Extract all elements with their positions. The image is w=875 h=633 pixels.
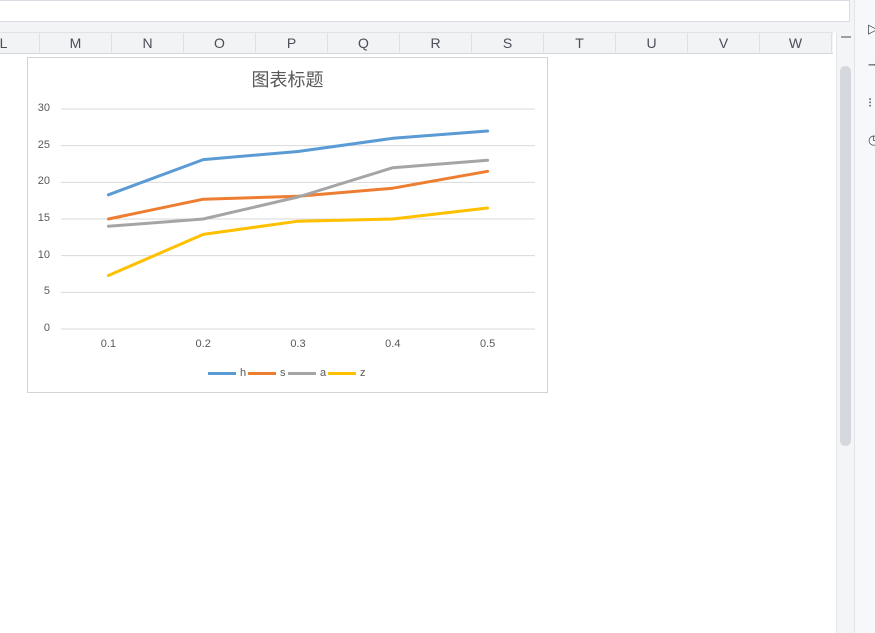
x-tick-label: 0.4: [385, 338, 401, 350]
column-header-q[interactable]: Q: [328, 33, 400, 54]
legend-label: a: [320, 367, 327, 379]
column-header-p[interactable]: P: [256, 33, 328, 54]
y-tick-label: 10: [37, 248, 50, 261]
scroll-up-icon[interactable]: [841, 36, 851, 38]
legend-label: h: [240, 367, 247, 379]
clock-icon[interactable]: ◷: [868, 133, 875, 148]
column-header-r[interactable]: R: [400, 33, 472, 54]
x-tick-label: 0.2: [195, 338, 211, 350]
column-header-o[interactable]: O: [184, 33, 256, 54]
column-header-u[interactable]: U: [616, 33, 688, 54]
x-tick-label: 0.5: [479, 338, 496, 350]
x-tick-label: 0.1: [100, 338, 117, 350]
legend-item-s[interactable]: s: [248, 366, 286, 380]
series-line-h[interactable]: [106, 129, 490, 197]
legend-item-z[interactable]: z: [328, 366, 366, 380]
column-header-s[interactable]: S: [472, 33, 544, 54]
formula-input[interactable]: [0, 0, 850, 22]
side-panel: ▷ ⊸ ⁝ ◷: [854, 0, 875, 633]
y-tick-label: 30: [37, 102, 50, 114]
x-tick-label: 0.3: [290, 338, 306, 350]
line-chart[interactable]: 图表标题 hsaz 0 5 10 15 20 25 30 0.1 0.2 0.3 0.4 0.5: [27, 57, 548, 393]
legend-swatch: [248, 371, 276, 375]
formula-bar-area: [0, 0, 875, 32]
grid-icon[interactable]: ⁝: [868, 96, 875, 111]
y-tick-label: 15: [37, 212, 50, 224]
column-header-v[interactable]: V: [688, 33, 760, 54]
column-header-t[interactable]: T: [544, 33, 616, 54]
column-header-n[interactable]: N: [112, 33, 184, 54]
cursor-icon[interactable]: ▷: [868, 22, 875, 37]
vertical-scrollbar[interactable]: [836, 32, 854, 633]
legend-label: z: [360, 367, 366, 379]
y-tick-label: 20: [37, 175, 50, 188]
series-line-s[interactable]: [106, 169, 490, 221]
legend[interactable]: hsaz: [28, 366, 547, 380]
scroll-thumb[interactable]: [840, 66, 851, 446]
column-header-l[interactable]: L: [0, 33, 40, 54]
y-tick-label: 5: [43, 285, 50, 298]
series-line-a[interactable]: [106, 158, 490, 228]
column-header-w[interactable]: W: [760, 33, 832, 54]
legend-label: s: [280, 367, 286, 379]
legend-swatch: [288, 371, 316, 375]
legend-item-a[interactable]: a: [288, 366, 326, 380]
column-header-m[interactable]: M: [40, 33, 112, 54]
legend-swatch: [208, 371, 236, 375]
y-tick-label: 0: [43, 322, 50, 334]
slider-icon[interactable]: ⊸: [868, 58, 875, 73]
column-header-row: LMNOPQRSTUVW: [0, 32, 833, 54]
legend-item-h[interactable]: h: [208, 366, 246, 380]
y-tick-label: 25: [37, 138, 50, 151]
series-line-z[interactable]: [106, 206, 490, 277]
legend-swatch: [328, 371, 356, 375]
